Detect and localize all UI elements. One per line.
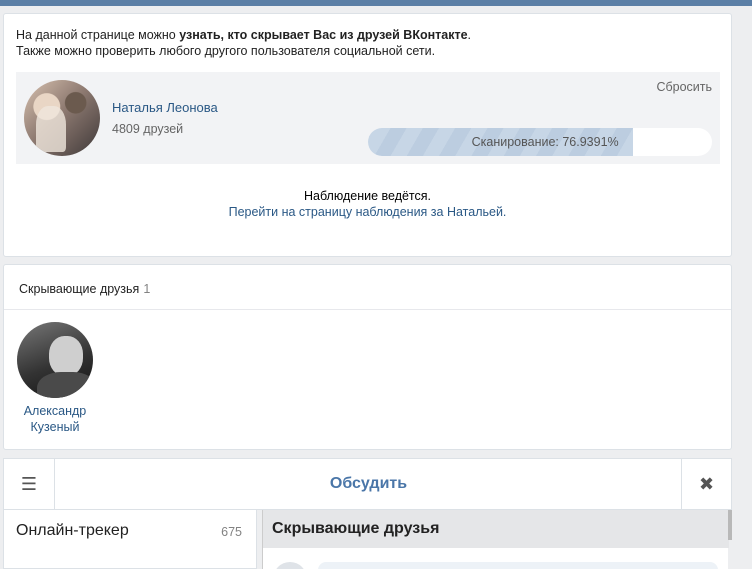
intro-text: На данной странице можно узнать, кто скр… [16, 27, 471, 59]
avatar[interactable] [24, 80, 100, 156]
top-bar [0, 0, 752, 6]
scan-progress-label: Сканирование: 76.9391% [471, 135, 619, 149]
comment-avatar [273, 562, 307, 569]
discuss-title[interactable]: Обсудить [55, 459, 682, 509]
section-title-text: Скрывающие друзья [19, 282, 140, 296]
scan-card: На данной странице можно узнать, кто скр… [3, 13, 732, 257]
friend-last-name[interactable]: Кузеный [13, 419, 97, 435]
discussion-panel-title: Скрывающие друзья [263, 510, 729, 548]
watch-page-link[interactable]: Перейти на страницу наблюдения за Наталь… [229, 205, 507, 219]
intro-line-2: Также можно проверить любого другого пол… [16, 44, 436, 58]
sidebar-item-label: Онлайн-трекер [16, 522, 129, 539]
watch-status-text: Наблюдение ведётся. [303, 189, 432, 203]
profile-box: Наталья Леонова 4809 друзей Сбросить Ска… [16, 72, 720, 164]
scrollbar[interactable] [728, 510, 732, 540]
friend-name-link[interactable]: Александр Кузеный [13, 403, 97, 435]
discussion-panel: Скрывающие друзья [262, 510, 729, 569]
close-icon[interactable]: ✖ [681, 459, 731, 509]
menu-icon[interactable]: ☰ [4, 459, 55, 509]
friend-avatar[interactable] [17, 322, 93, 398]
intro-line-1: На данной странице можно узнать, кто скр… [16, 28, 472, 42]
profile-name-link[interactable]: Наталья Леонова [112, 100, 218, 115]
discuss-bar: ☰ Обсудить ✖ [3, 458, 732, 510]
watch-status: Наблюдение ведётся. Перейти на страницу … [4, 188, 731, 220]
section-title: Скрывающие друзья 1 [19, 282, 150, 296]
reset-button[interactable]: Сбросить [656, 80, 712, 94]
hidden-friends-card: Скрывающие друзья 1 Александр Кузеный [3, 264, 732, 450]
scan-progress-bar: Сканирование: 76.9391% [368, 128, 712, 156]
section-count: 1 [143, 282, 151, 296]
divider [4, 309, 731, 310]
comment-bubble [318, 562, 718, 569]
friends-count: 4809 друзей [112, 122, 184, 136]
sidebar-item-online-tracker[interactable]: Онлайн-трекер 675 [3, 510, 257, 569]
intro-bold: узнать, кто скрывает Вас из друзей ВКонт… [179, 28, 468, 42]
friend-first-name[interactable]: Александр [13, 403, 97, 419]
sidebar-item-count: 675 [221, 525, 242, 539]
